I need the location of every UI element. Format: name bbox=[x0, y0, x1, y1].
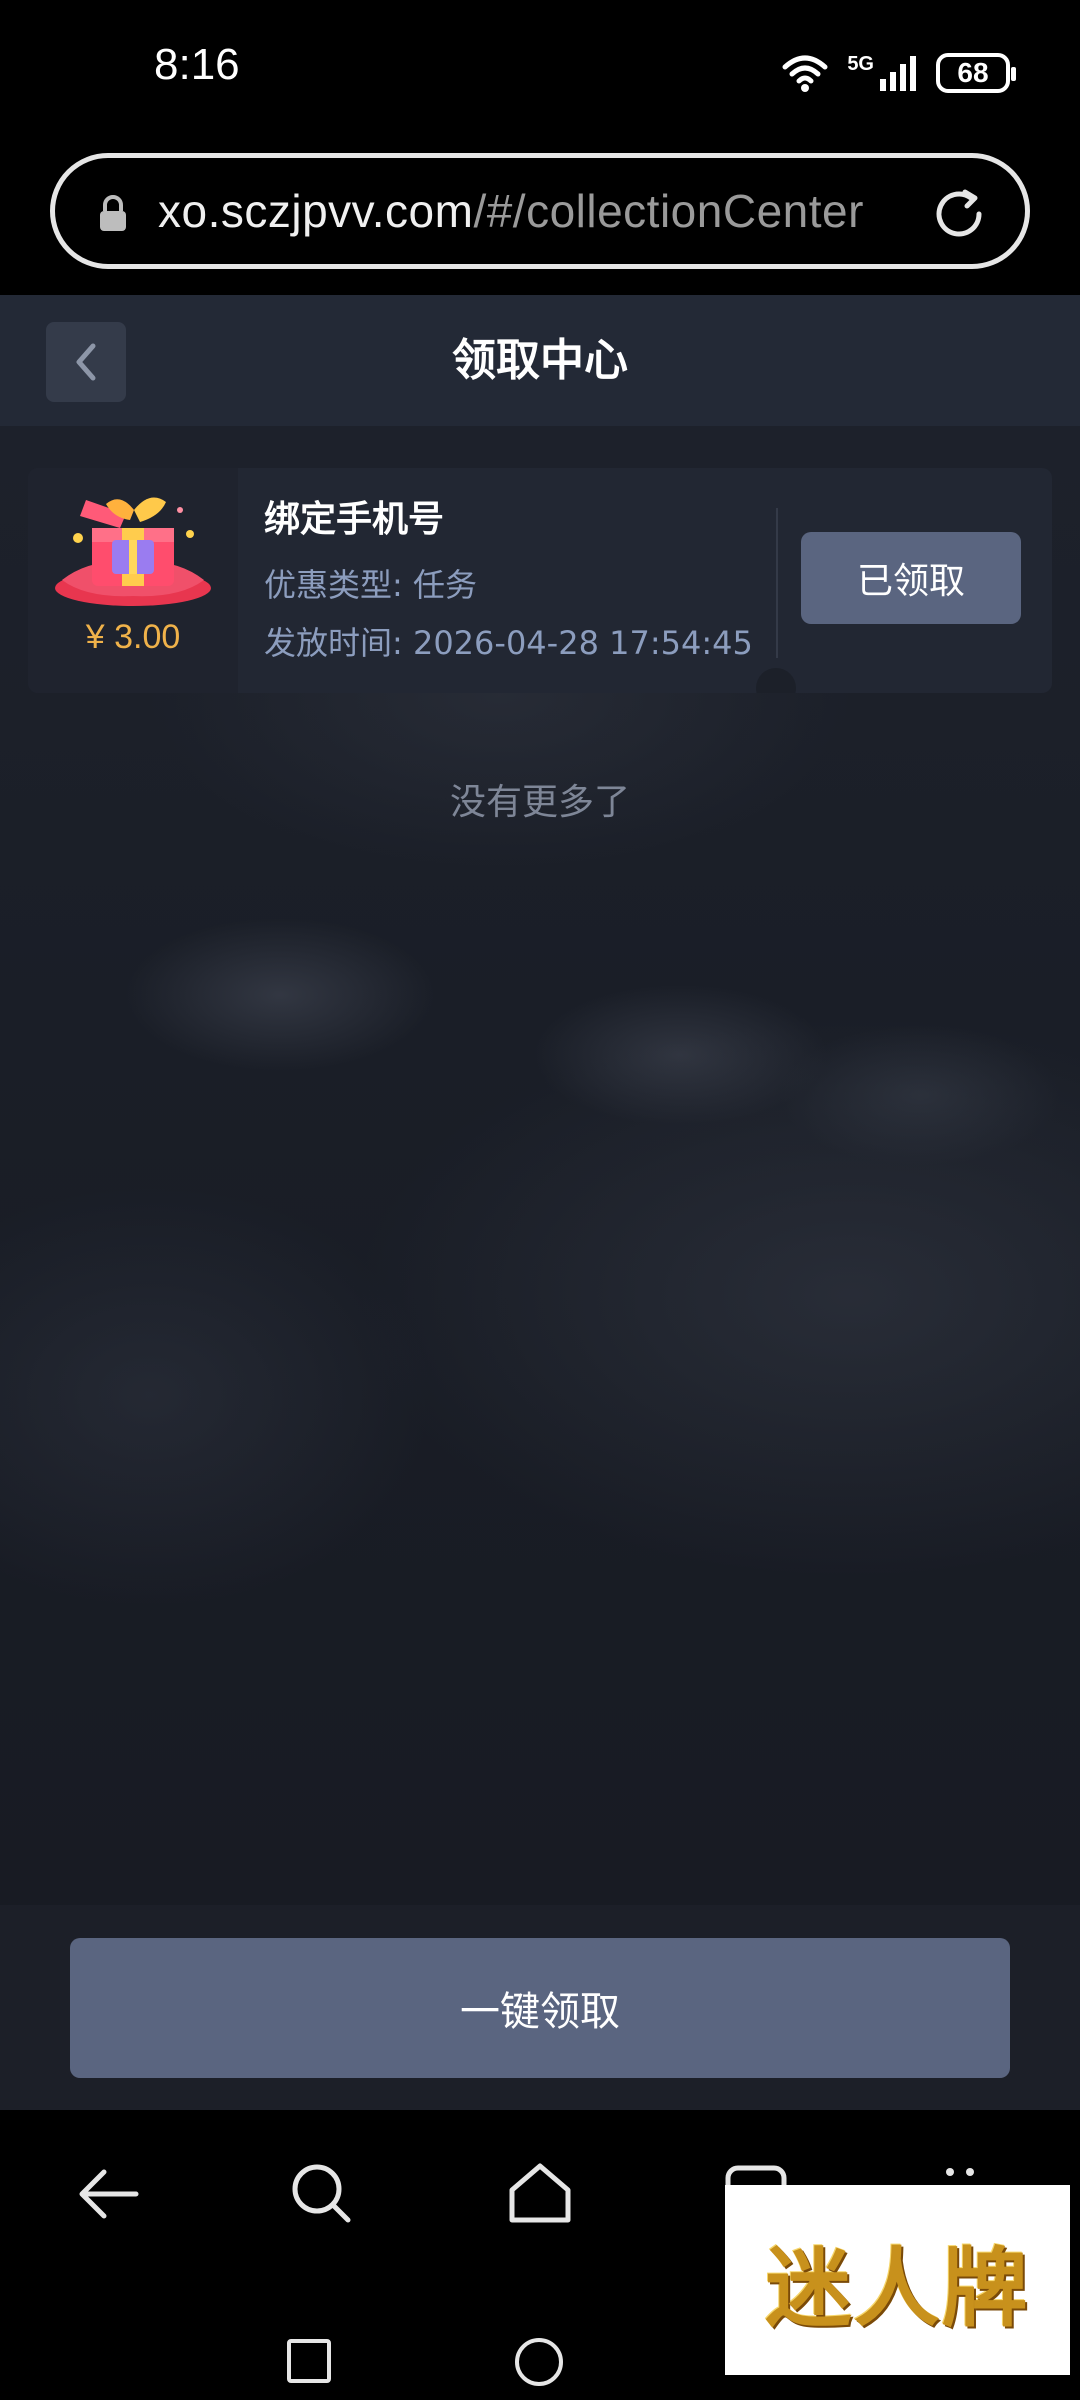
battery-indicator: 68 bbox=[936, 53, 1016, 93]
network-type: 5G bbox=[847, 52, 874, 75]
card-notch bbox=[756, 668, 796, 693]
url-path: /#/collectionCenter bbox=[473, 185, 864, 237]
reward-title: 绑定手机号 bbox=[264, 499, 445, 540]
card-divider bbox=[776, 508, 778, 658]
url-text[interactable]: xo.sczjpvv.com/#/collectionCenter bbox=[158, 184, 948, 238]
list-end-text: 没有更多了 bbox=[449, 782, 630, 823]
reward-amount: ¥ 3.00 bbox=[85, 618, 181, 656]
signal-icon bbox=[880, 56, 916, 91]
battery-level: 68 bbox=[957, 57, 989, 88]
status-bar: 8:16 5G 68 bbox=[0, 0, 1080, 145]
reload-icon[interactable] bbox=[931, 186, 987, 242]
address-bar[interactable]: xo.sczjpvv.com/#/collectionCenter bbox=[50, 153, 1030, 269]
watermark-logo: 迷人牌 bbox=[725, 2185, 1070, 2375]
status-icons: 5G 68 bbox=[781, 48, 1016, 98]
wifi-icon bbox=[782, 55, 828, 92]
lock-icon bbox=[100, 195, 126, 231]
bottom-action-panel: 一键领取 bbox=[0, 1905, 1080, 2110]
reward-type: 优惠类型: 任务 bbox=[264, 566, 477, 604]
home-icon[interactable] bbox=[506, 2160, 574, 2224]
back-arrow-icon[interactable] bbox=[76, 2164, 140, 2224]
reward-card: ¥ 3.00 绑定手机号 优惠类型: 任务 发放时间: 2026-04-28 1… bbox=[28, 468, 1052, 693]
reward-issue-time: 发放时间: 2026-04-28 17:54:45 bbox=[264, 624, 753, 662]
recent-apps-icon[interactable] bbox=[286, 2338, 332, 2384]
chevron-left-icon bbox=[76, 343, 96, 381]
page-title: 领取中心 bbox=[452, 335, 628, 386]
gift-box-icon bbox=[55, 497, 211, 606]
app-content: 领取中心 ¥ 3.00 绑定手机号 优惠类型: 任务 发放时间: 2026-04… bbox=[0, 295, 1080, 2110]
reward-card-left: ¥ 3.00 bbox=[28, 468, 238, 693]
back-button[interactable] bbox=[46, 322, 126, 402]
search-icon[interactable] bbox=[290, 2162, 354, 2226]
claim-all-button[interactable]: 一键领取 bbox=[70, 1938, 1010, 2078]
app-header: 领取中心 bbox=[0, 295, 1080, 426]
status-time: 8:16 bbox=[154, 40, 240, 89]
watermark-text: 迷人牌 bbox=[765, 2237, 1030, 2339]
claimed-button[interactable]: 已领取 bbox=[801, 532, 1021, 624]
home-circle-icon[interactable] bbox=[514, 2337, 564, 2387]
url-domain: xo.sczjpvv.com bbox=[158, 185, 474, 237]
